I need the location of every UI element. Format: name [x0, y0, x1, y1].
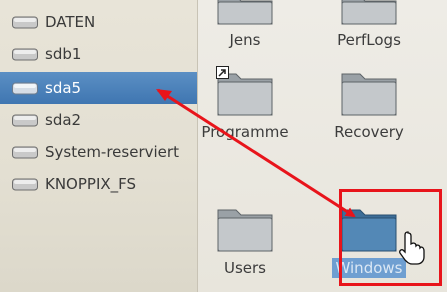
sidebar-item-label: sda5 — [45, 79, 82, 97]
file-name: PerfLogs — [337, 31, 401, 49]
folder-icon — [341, 0, 397, 25]
sidebar-item-sda2[interactable]: sda2 — [0, 104, 197, 136]
places-sidebar: DATEN sdb1 sda5 sda2 System-reserviert K… — [0, 0, 198, 292]
file-item-recovery[interactable]: Recovery — [314, 66, 424, 142]
drive-icon — [12, 114, 38, 127]
drive-icon — [12, 48, 38, 61]
folder-link-icon — [216, 66, 273, 116]
file-item-programme[interactable]: Programme — [190, 66, 300, 142]
drive-icon — [12, 16, 38, 29]
sidebar-item-label: sdb1 — [45, 45, 82, 63]
sidebar-item-label: KNOPPIX_FS — [45, 175, 137, 193]
sidebar-item-knoppix-fs[interactable]: KNOPPIX_FS — [0, 168, 197, 200]
file-item-perflogs[interactable]: PerfLogs — [314, 0, 424, 50]
drive-icon — [12, 82, 38, 95]
highlight-box — [339, 189, 442, 286]
sidebar-item-system-reserviert[interactable]: System-reserviert — [0, 136, 197, 168]
drive-icon — [12, 178, 38, 191]
file-item-users[interactable]: Users — [190, 202, 300, 278]
folder-icon — [341, 73, 397, 116]
file-item-jens[interactable]: Jens — [190, 0, 300, 50]
sidebar-item-sdb1[interactable]: sdb1 — [0, 38, 197, 70]
folder-icon — [217, 0, 273, 25]
sidebar-item-sda5[interactable]: sda5 — [0, 72, 197, 104]
file-name: Programme — [201, 123, 289, 141]
sidebar-item-label: sda2 — [45, 111, 82, 129]
drive-icon — [12, 146, 38, 159]
file-name: Users — [223, 259, 266, 277]
folder-icon — [217, 209, 273, 252]
sidebar-item-daten[interactable]: DATEN — [0, 6, 197, 38]
file-name: Recovery — [334, 123, 404, 141]
sidebar-item-label: System-reserviert — [45, 143, 179, 161]
file-manager-window: DATEN sdb1 sda5 sda2 System-reserviert K… — [0, 0, 447, 292]
sidebar-item-label: DATEN — [45, 13, 96, 31]
file-name: Jens — [229, 31, 261, 49]
